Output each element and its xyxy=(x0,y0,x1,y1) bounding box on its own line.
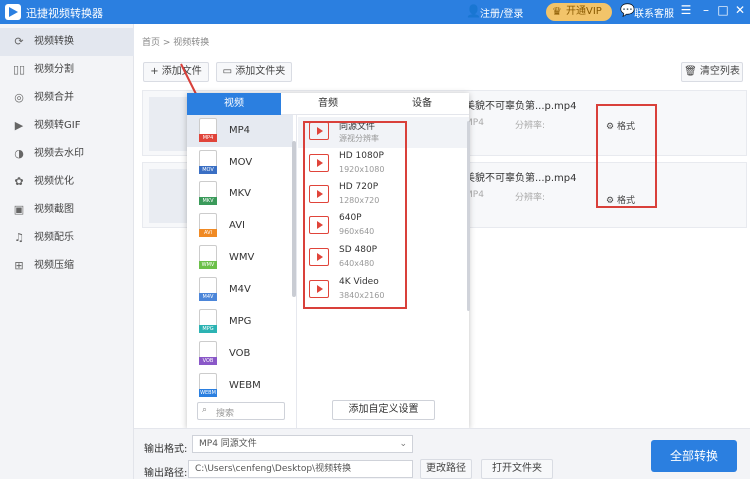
format-name: MPG xyxy=(229,316,252,327)
sidebar-item-video-optimize[interactable]: ✿ 视频优化 xyxy=(0,168,134,196)
gif-icon: ▶ xyxy=(14,119,24,132)
format-item-vob[interactable]: VOB VOB xyxy=(187,338,293,370)
format-name: AVI xyxy=(229,220,245,231)
sidebar-item-video-split[interactable]: ▯▯ 视频分割 xyxy=(0,56,134,84)
wmv-file-icon: WMV xyxy=(199,245,217,269)
sidebar-item-video-gif[interactable]: ▶ 视频转GIF xyxy=(0,112,134,140)
convert-icon: ⟳ xyxy=(14,35,24,48)
sidebar-item-video-music[interactable]: ♫ 视频配乐 xyxy=(0,224,134,252)
format-item-mkv[interactable]: MKV MKV xyxy=(187,178,293,210)
minimize-icon[interactable]: – xyxy=(698,3,714,17)
file-name: 美貌不可辜负第...p.mp4 xyxy=(465,101,577,112)
merge-icon: ◎ xyxy=(14,91,24,104)
crown-icon: ♛ xyxy=(552,5,562,18)
vip-button[interactable]: ♛ 开通VIP xyxy=(546,3,612,21)
screenshot-icon: ▣ xyxy=(13,203,25,216)
mkv-file-icon: MKV xyxy=(199,181,217,205)
app-logo-icon xyxy=(5,4,21,20)
sidebar-item-label: 视频配乐 xyxy=(34,232,74,243)
search-placeholder: 搜索 xyxy=(216,409,235,419)
format-tabs: 视频 音频 设备 xyxy=(187,93,469,115)
format-name: MP4 xyxy=(229,125,251,136)
split-icon: ▯▯ xyxy=(12,63,26,76)
sidebar-item-label: 视频转GIF xyxy=(34,120,81,131)
m4v-file-icon: M4V xyxy=(199,277,217,301)
menu-icon[interactable]: ☰ xyxy=(678,3,694,17)
sidebar-item-label: 视频压缩 xyxy=(34,260,74,271)
add-custom-setting-button[interactable]: 添加自定义设置 xyxy=(332,400,435,420)
clear-list-button[interactable]: 🗑 清空列表 xyxy=(681,62,743,82)
sidebar-item-label: 视频去水印 xyxy=(34,148,84,159)
format-search-input[interactable]: ⌕ 搜索 xyxy=(197,402,285,420)
output-format-label: 输出格式: xyxy=(144,444,188,455)
format-name: VOB xyxy=(229,348,251,359)
file-name: 美貌不可辜负第...p.mp4 xyxy=(465,173,577,184)
format-name: MOV xyxy=(229,157,253,168)
sidebar-item-video-merge[interactable]: ◎ 视频合并 xyxy=(0,84,134,112)
format-item-mpg[interactable]: MPG MPG xyxy=(187,306,293,338)
title-bar: 迅捷视频转换器 👤 注册/登录 ♛ 开通VIP 💬 联系客服 ☰ – □ ✕ xyxy=(0,0,750,24)
sidebar-item-video-compress[interactable]: ⊞ 视频压缩 xyxy=(0,252,134,280)
format-item-avi[interactable]: AVI AVI xyxy=(187,210,293,242)
quality-list-scrollbar[interactable] xyxy=(467,121,470,311)
format-name: WEBM xyxy=(229,380,261,391)
sidebar: ⟳ 视频转换 ▯▯ 视频分割 ◎ 视频合并 ▶ 视频转GIF ◑ 视频去水印 ✿… xyxy=(0,24,134,479)
vip-label: 开通VIP xyxy=(566,6,602,17)
login-link[interactable]: 注册/登录 xyxy=(480,5,523,20)
sidebar-item-remove-watermark[interactable]: ◑ 视频去水印 xyxy=(0,140,134,168)
format-name: WMV xyxy=(229,252,255,263)
sidebar-item-label: 视频合并 xyxy=(34,92,74,103)
output-path-field[interactable]: C:\Users\cenfeng\Desktop\视频转换 xyxy=(188,460,413,478)
change-path-button[interactable]: 更改路径 xyxy=(420,459,472,479)
close-icon[interactable]: ✕ xyxy=(732,3,748,17)
avi-file-icon: AVI xyxy=(199,213,217,237)
support-link[interactable]: 联系客服 xyxy=(634,5,674,20)
maximize-icon[interactable]: □ xyxy=(715,3,731,17)
format-list: MP4 MP4 MOV MOV MKV MKV AVI AVI WMV WMV … xyxy=(187,115,297,428)
mpg-file-icon: MPG xyxy=(199,309,217,333)
format-item-m4v[interactable]: M4V M4V xyxy=(187,274,293,306)
compress-icon: ⊞ xyxy=(14,259,24,272)
format-item-mp4[interactable]: MP4 MP4 xyxy=(187,115,293,147)
add-folder-button[interactable]: ▭ 添加文件夹 xyxy=(216,62,292,82)
convert-all-button[interactable]: 全部转换 xyxy=(651,440,737,472)
format-name: MKV xyxy=(229,188,252,199)
chat-icon[interactable]: 💬 xyxy=(620,3,635,17)
webm-file-icon: WEBM xyxy=(199,373,217,397)
optimize-icon: ✿ xyxy=(14,175,24,188)
user-icon[interactable]: 👤 xyxy=(466,4,481,18)
breadcrumb: 首页 > 视频转换 xyxy=(142,38,210,48)
format-item-wmv[interactable]: WMV WMV xyxy=(187,242,293,274)
mp4-file-icon: MP4 xyxy=(199,118,217,142)
format-name: M4V xyxy=(229,284,251,295)
sidebar-item-label: 视频转换 xyxy=(34,36,74,47)
format-item-webm[interactable]: WEBM WEBM xyxy=(187,370,293,402)
sidebar-item-video-convert[interactable]: ⟳ 视频转换 xyxy=(0,28,134,56)
output-format-value: MP4 同源文件 xyxy=(199,439,257,449)
tab-video[interactable]: 视频 xyxy=(187,93,281,115)
tab-audio[interactable]: 音频 xyxy=(281,93,375,115)
output-format-select[interactable]: MP4 同源文件 ⌄ xyxy=(192,435,413,453)
sidebar-item-video-screenshot[interactable]: ▣ 视频截图 xyxy=(0,196,134,224)
mov-file-icon: MOV xyxy=(199,150,217,174)
format-item-mov[interactable]: MOV MOV xyxy=(187,147,293,179)
chevron-down-icon: ⌄ xyxy=(399,439,407,449)
watermark-icon: ◑ xyxy=(14,147,24,160)
highlight-box-settings xyxy=(596,104,657,208)
sidebar-item-label: 视频优化 xyxy=(34,176,74,187)
output-path-label: 输出路径: xyxy=(144,468,188,479)
format-list-scrollbar[interactable] xyxy=(292,141,296,297)
music-icon: ♫ xyxy=(14,231,24,244)
vob-file-icon: VOB xyxy=(199,341,217,365)
sidebar-item-label: 视频分割 xyxy=(34,64,74,75)
app-title: 迅捷视频转换器 xyxy=(26,7,103,20)
sidebar-item-label: 视频截图 xyxy=(34,204,74,215)
open-folder-button[interactable]: 打开文件夹 xyxy=(481,459,553,479)
file-resolution: 分辨率: xyxy=(515,193,546,203)
file-resolution: 分辨率: xyxy=(515,121,546,131)
search-icon: ⌕ xyxy=(202,405,208,415)
tab-device[interactable]: 设备 xyxy=(375,93,469,115)
highlight-box-quality xyxy=(303,121,407,309)
